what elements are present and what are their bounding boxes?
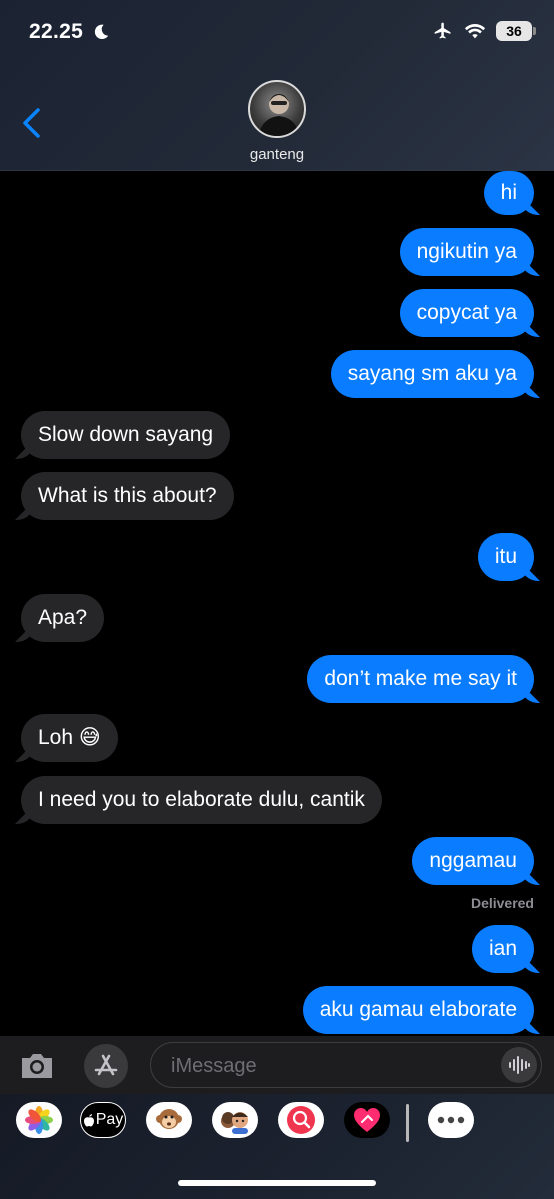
- heart-icon: [354, 1108, 380, 1132]
- image-search-app-button[interactable]: [278, 1102, 324, 1138]
- app-store-icon: [94, 1054, 118, 1076]
- app-store-button[interactable]: [84, 1044, 128, 1088]
- message-bubble-outgoing[interactable]: hi: [483, 171, 534, 215]
- message-bubble-outgoing[interactable]: itu: [477, 533, 534, 581]
- monkey-icon: [156, 1109, 182, 1129]
- battery-indicator: 36: [496, 21, 536, 41]
- app-drawer: Pay: [0, 1094, 554, 1199]
- delivered-status: Delivered: [470, 895, 534, 911]
- memoji-app-button[interactable]: [212, 1102, 258, 1138]
- photos-icon: [25, 1106, 53, 1134]
- digital-touch-app-button[interactable]: [344, 1102, 390, 1138]
- message-bubble-incoming[interactable]: Loh 😅: [21, 714, 118, 762]
- apple-pay-label: Pay: [95, 1111, 124, 1128]
- conversation-header: 22.25 36 ganteng: [0, 0, 554, 171]
- message-bubble-outgoing[interactable]: ian: [471, 925, 534, 973]
- contact-photo: [258, 94, 300, 136]
- wifi-icon: [464, 24, 486, 39]
- apple-logo-icon: [83, 1114, 94, 1127]
- message-bubble-outgoing[interactable]: ngikutin ya: [399, 228, 534, 276]
- camera-icon[interactable]: [18, 1046, 56, 1084]
- airplane-icon: [434, 22, 451, 39]
- status-time: 22.25: [29, 20, 84, 43]
- battery-level: 36: [506, 23, 522, 39]
- contact-name[interactable]: ganteng: [0, 146, 554, 163]
- memoji-icon: [221, 1112, 248, 1134]
- globe-search-icon: [287, 1106, 315, 1134]
- contact-avatar[interactable]: [248, 80, 306, 138]
- imessage-placeholder: iMessage: [171, 1055, 257, 1077]
- home-indicator[interactable]: [178, 1180, 376, 1186]
- apple-pay-app-button[interactable]: Pay: [80, 1102, 126, 1138]
- message-bubble-outgoing[interactable]: sayang sm aku ya: [330, 350, 534, 398]
- audio-message-button[interactable]: [501, 1047, 537, 1083]
- message-bubble-incoming[interactable]: What is this about?: [21, 472, 234, 520]
- back-chevron-icon[interactable]: [18, 106, 46, 140]
- message-thread[interactable]: hi ngikutin ya copycat ya sayang sm aku …: [0, 171, 554, 1036]
- message-bubble-incoming[interactable]: Slow down sayang: [21, 411, 231, 459]
- imessage-input[interactable]: iMessage: [150, 1042, 542, 1088]
- waveform-icon: [509, 1056, 530, 1074]
- message-bubble-outgoing[interactable]: don’t make me say it: [307, 655, 534, 703]
- message-bubble-incoming[interactable]: Apa?: [21, 594, 105, 642]
- photos-app-button[interactable]: [16, 1102, 62, 1138]
- message-bubble-outgoing[interactable]: copycat ya: [399, 289, 534, 337]
- message-bubble-incoming[interactable]: I need you to elaborate dulu, cantik: [21, 776, 382, 824]
- animoji-app-button[interactable]: [146, 1102, 192, 1138]
- more-apps-button[interactable]: [428, 1102, 474, 1138]
- drawer-divider: [406, 1104, 409, 1142]
- message-bubble-outgoing[interactable]: nggamau: [412, 837, 534, 885]
- compose-bar: iMessage: [0, 1036, 554, 1094]
- status-icons: 36: [432, 21, 536, 41]
- message-bubble-outgoing[interactable]: aku gamau elaborate: [302, 986, 534, 1034]
- ellipsis-icon: [437, 1116, 465, 1124]
- moon-icon: [94, 24, 109, 40]
